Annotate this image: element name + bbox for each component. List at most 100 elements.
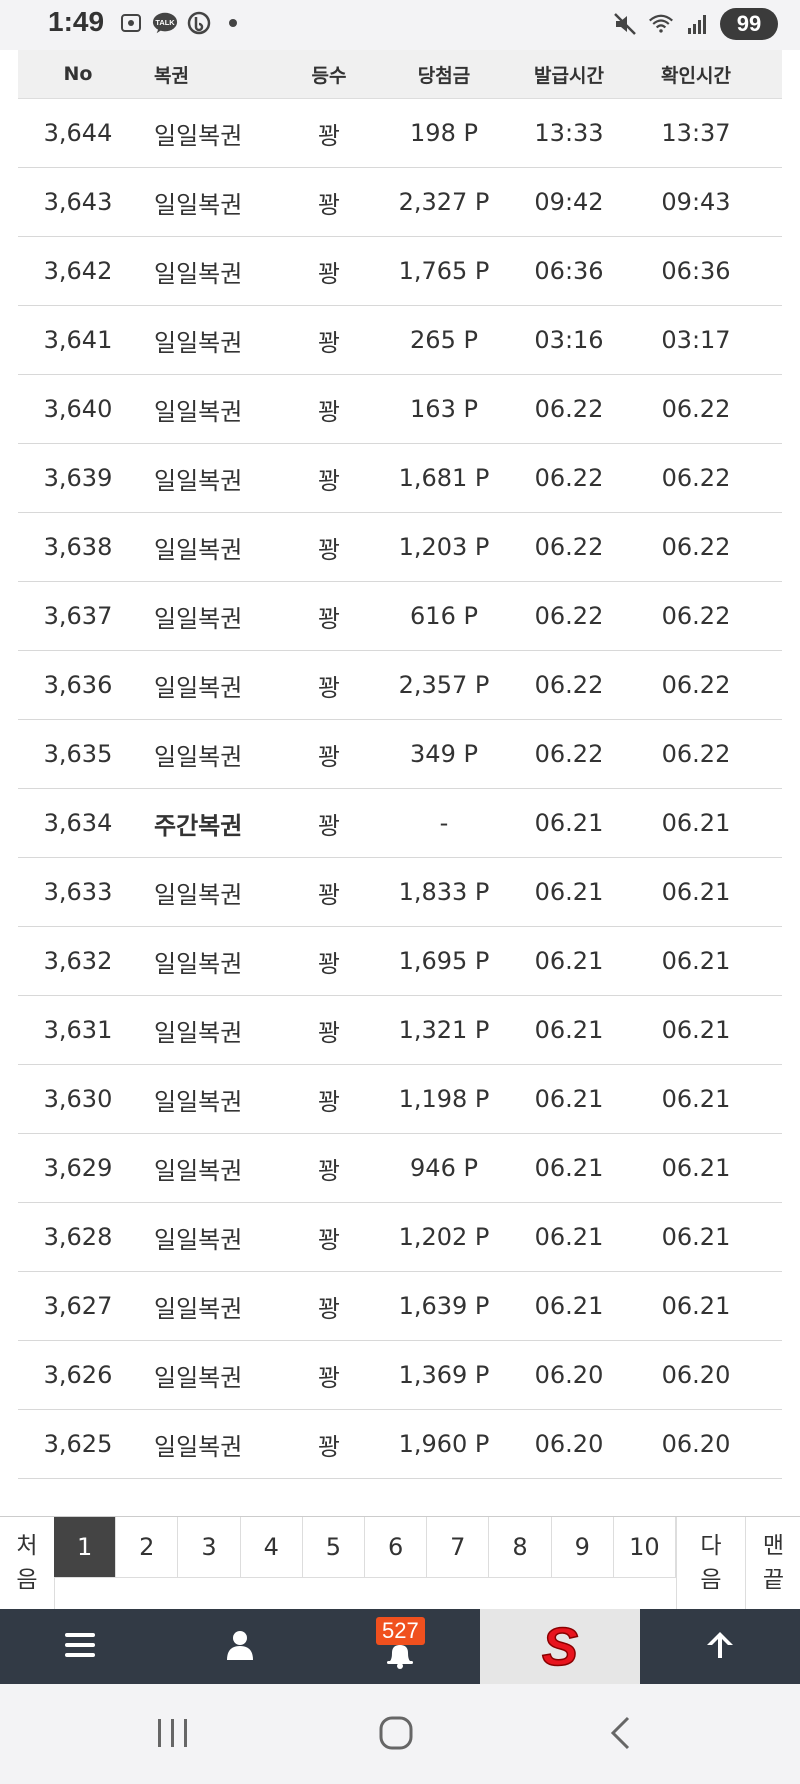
page-8-button[interactable]: 8: [489, 1517, 552, 1577]
table-row: 3,635 일일복권 꽝 349 P 06.22 06.22: [18, 720, 782, 789]
table-row: 3,631 일일복권 꽝 1,321 P 06.21 06.21: [18, 996, 782, 1065]
page-3-button[interactable]: 3: [178, 1517, 241, 1577]
row-checked-time: 06.21: [661, 1223, 731, 1251]
page-7-button[interactable]: 7: [427, 1517, 490, 1577]
row-lottery-name: 일일복권: [154, 466, 243, 495]
row-prize: 163 P: [410, 395, 478, 423]
page-1-button[interactable]: 1: [54, 1517, 117, 1577]
row-lottery-name: 일일복권: [154, 1294, 243, 1323]
last-page-button[interactable]: 맨끝: [745, 1517, 800, 1609]
row-rank: 꽝: [317, 466, 341, 495]
row-no: 3,636: [43, 671, 113, 699]
row-prize: 1,203 P: [398, 533, 490, 561]
menu-button[interactable]: [0, 1609, 160, 1684]
table-row: 3,633 일일복권 꽝 1,833 P 06.21 06.21: [18, 858, 782, 927]
row-issued-time: 06:36: [534, 257, 604, 285]
next-page-label: 다음: [700, 1533, 722, 1593]
row-no: 3,642: [43, 257, 113, 285]
row-checked-time: 06:36: [661, 257, 731, 285]
row-no: 3,638: [43, 533, 113, 561]
recent-apps-button[interactable]: [143, 1710, 203, 1760]
user-button[interactable]: [160, 1609, 320, 1684]
row-checked-time: 06.20: [661, 1361, 731, 1389]
table-row: 3,641 일일복권 꽝 265 P 03:16 03:17: [18, 306, 782, 375]
page-9-button[interactable]: 9: [552, 1517, 614, 1577]
user-icon: [226, 1630, 254, 1664]
row-rank: 꽝: [317, 1018, 341, 1047]
row-no: 3,641: [43, 326, 113, 354]
row-prize: 1,369 P: [398, 1361, 490, 1389]
page-10-button[interactable]: 10: [614, 1517, 677, 1577]
last-page-label: 맨끝: [762, 1533, 785, 1593]
system-navigation-bar: [0, 1684, 800, 1784]
status-time: 1:49: [48, 6, 105, 37]
row-no: 3,628: [43, 1223, 113, 1251]
table-row: 3,637 일일복권 꽝 616 P 06.22 06.22: [18, 582, 782, 651]
logo-letter: S: [542, 1619, 578, 1671]
header-rank: 등수: [311, 64, 347, 87]
home-button[interactable]: [366, 1710, 426, 1760]
band-app-icon: [186, 10, 212, 36]
table-row: 3,638 일일복권 꽝 1,203 P 06.22 06.22: [18, 513, 782, 582]
row-issued-time: 06.21: [534, 1223, 604, 1251]
kakaotalk-icon: TALK: [152, 10, 178, 36]
row-lottery-name: 일일복권: [154, 604, 243, 633]
talk-label: TALK: [155, 18, 175, 27]
signal-icon: [684, 11, 710, 37]
row-prize: 2,327 P: [398, 188, 490, 216]
page-2-button[interactable]: 2: [116, 1517, 179, 1577]
row-issued-time: 13:33: [534, 119, 604, 147]
page-6-button[interactable]: 6: [365, 1517, 428, 1577]
first-page-button[interactable]: 처음: [0, 1517, 55, 1609]
table-row: 3,630 일일복권 꽝 1,198 P 06.21 06.21: [18, 1065, 782, 1134]
row-lottery-name: 일일복권: [154, 397, 243, 426]
row-issued-time: 06.21: [534, 947, 604, 975]
row-lottery-name: 일일복권: [154, 1432, 243, 1461]
row-prize: 2,357 P: [398, 671, 490, 699]
row-prize: 265 P: [410, 326, 478, 354]
row-rank: 꽝: [317, 328, 341, 357]
status-bar: 1:49 TALK 99: [0, 0, 800, 50]
row-no: 3,633: [43, 878, 113, 906]
row-lottery-name: 일일복권: [154, 1087, 243, 1116]
row-issued-time: 06.21: [534, 1154, 604, 1182]
row-prize: 1,202 P: [398, 1223, 490, 1251]
table-row: 3,639 일일복권 꽝 1,681 P 06.22 06.22: [18, 444, 782, 513]
row-prize: 1,695 P: [398, 947, 490, 975]
table-row: 3,644 일일복권 꽝 198 P 13:33 13:37: [18, 99, 782, 168]
row-no: 3,634: [43, 809, 113, 837]
row-no: 3,643: [43, 188, 113, 216]
row-lottery-name: 일일복권: [154, 1225, 243, 1254]
row-issued-time: 06.22: [534, 533, 604, 561]
table-row: 3,628 일일복권 꽝 1,202 P 06.21 06.21: [18, 1203, 782, 1272]
row-no: 3,630: [43, 1085, 113, 1113]
site-logo-button[interactable]: S: [480, 1609, 640, 1684]
row-checked-time: 06.22: [661, 395, 731, 423]
status-notification-icons: TALK: [118, 10, 246, 36]
row-no: 3,627: [43, 1292, 113, 1320]
next-page-button[interactable]: 다음: [676, 1517, 746, 1609]
lottery-history-table: No 복권 등수 당첨금 발급시간 확인시간 3,644 일일복권 꽝 198 P 13…: [18, 50, 782, 1479]
row-prize: 1,321 P: [398, 1016, 490, 1044]
battery-indicator: 99: [720, 8, 778, 40]
row-rank: 꽝: [317, 604, 341, 633]
row-no: 3,635: [43, 740, 113, 768]
row-checked-time: 06.22: [661, 533, 731, 561]
table-row: 3,634 주간복권 꽝 - 06.21 06.21: [18, 789, 782, 858]
scroll-to-top-button[interactable]: [640, 1609, 800, 1684]
bell-icon: [384, 1641, 416, 1673]
row-lottery-name: 주간복권: [154, 811, 243, 840]
row-rank: 꽝: [317, 949, 341, 978]
page-4-button[interactable]: 4: [241, 1517, 303, 1577]
row-checked-time: 03:17: [661, 326, 731, 354]
row-prize: 198 P: [410, 119, 478, 147]
row-issued-time: 06.21: [534, 809, 604, 837]
page-5-button[interactable]: 5: [303, 1517, 366, 1577]
row-rank: 꽝: [317, 190, 341, 219]
row-issued-time: 06.22: [534, 464, 604, 492]
row-rank: 꽝: [317, 1087, 341, 1116]
back-button[interactable]: [590, 1710, 650, 1760]
page-number-list: 1 2 3 4 5 6 7 8 9 10: [54, 1517, 677, 1578]
table-row: 3,625 일일복권 꽝 1,960 P 06.20 06.20: [18, 1410, 782, 1479]
row-checked-time: 06.22: [661, 602, 731, 630]
